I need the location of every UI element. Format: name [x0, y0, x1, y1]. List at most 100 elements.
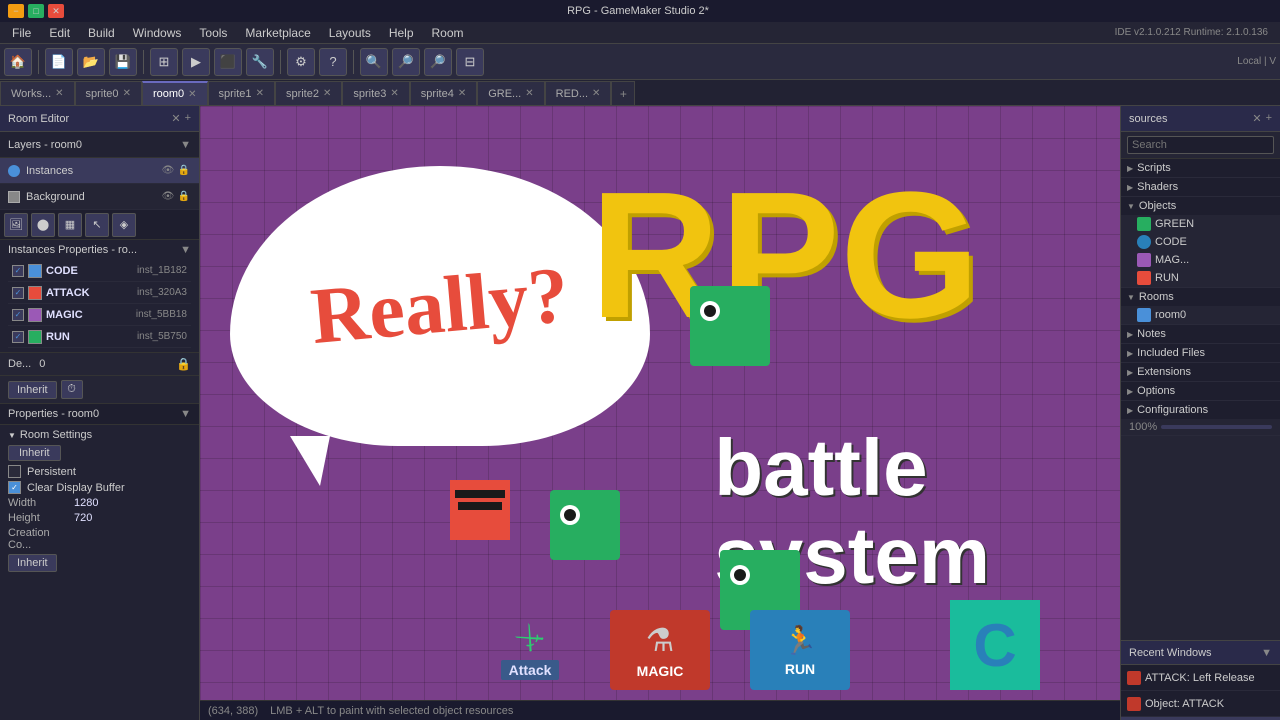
room-editor-close[interactable]: ✕: [171, 112, 180, 125]
toolbar-help[interactable]: ?: [319, 48, 347, 76]
btn-magic[interactable]: ⚗ MAGIC: [610, 610, 710, 690]
toolbar-zoom-in[interactable]: 🔎: [392, 48, 420, 76]
menu-tools[interactable]: Tools: [191, 24, 235, 42]
layer-tool-tile[interactable]: ▦: [58, 213, 82, 237]
layer-tool-image[interactable]: 🖼: [4, 213, 28, 237]
group-configurations-header[interactable]: ▶ Configurations: [1121, 401, 1280, 419]
instance-magic[interactable]: MAGIC inst_5BB18: [8, 304, 191, 326]
room-settings-header[interactable]: ▼ Room Settings: [8, 429, 191, 441]
layers-header[interactable]: Layers - room0 ▼: [0, 132, 199, 158]
tab-close[interactable]: ✕: [188, 89, 196, 100]
recent-attack-event[interactable]: ATTACK: Left Release: [1121, 665, 1280, 691]
toolbar-search[interactable]: 🔍: [360, 48, 388, 76]
tab-gre[interactable]: GRE... ✕: [477, 81, 544, 105]
group-rooms-header[interactable]: ▼ Rooms: [1121, 288, 1280, 306]
maximize-button[interactable]: □: [28, 4, 44, 18]
tab-close[interactable]: ✕: [390, 88, 398, 99]
layer-background[interactable]: Background 👁 🔒: [0, 184, 199, 210]
tree-item-magic[interactable]: MAG...: [1121, 251, 1280, 269]
toolbar-zoom-out[interactable]: 🔎: [424, 48, 452, 76]
menu-file[interactable]: File: [4, 24, 39, 42]
instance-run[interactable]: RUN inst_5B750: [8, 326, 191, 348]
group-scripts-header[interactable]: ▶ Scripts: [1121, 159, 1280, 177]
tree-item-green[interactable]: GREEN: [1121, 215, 1280, 233]
properties-dropdown[interactable]: ▼: [180, 408, 191, 420]
tab-close[interactable]: ✕: [323, 88, 331, 99]
window-controls[interactable]: − □ ✕: [8, 4, 64, 18]
group-options-header[interactable]: ▶ Options: [1121, 382, 1280, 400]
persistent-checkbox[interactable]: [8, 465, 21, 478]
tab-close[interactable]: ✕: [592, 88, 600, 99]
toolbar-stop[interactable]: ⬛: [214, 48, 242, 76]
tab-sprite2[interactable]: sprite2 ✕: [275, 81, 342, 105]
menu-windows[interactable]: Windows: [125, 24, 190, 42]
tab-add-button[interactable]: +: [611, 81, 635, 105]
toolbar-grid[interactable]: ⊞: [150, 48, 178, 76]
toolbar-settings[interactable]: ⚙: [287, 48, 315, 76]
group-extensions-header[interactable]: ▶ Extensions: [1121, 363, 1280, 381]
tab-sprite3[interactable]: sprite3 ✕: [342, 81, 409, 105]
layer-eye[interactable]: 👁: [161, 164, 175, 178]
inherit-clock[interactable]: ⏱: [61, 380, 83, 399]
tab-close[interactable]: ✕: [123, 88, 131, 99]
menu-layouts[interactable]: Layouts: [321, 24, 379, 42]
instance-run-checkbox[interactable]: [12, 331, 24, 343]
recent-object-attack[interactable]: Object: ATTACK: [1121, 691, 1280, 717]
toolbar-debug[interactable]: 🔧: [246, 48, 274, 76]
instance-code-checkbox[interactable]: [12, 265, 24, 277]
settings-inherit-button[interactable]: Inherit: [8, 445, 61, 461]
recent-windows-dropdown[interactable]: ▼: [1261, 647, 1272, 659]
tree-item-room0[interactable]: room0: [1121, 306, 1280, 324]
menu-marketplace[interactable]: Marketplace: [237, 24, 318, 42]
tab-close[interactable]: ✕: [458, 88, 466, 99]
tree-item-code[interactable]: CODE: [1121, 233, 1280, 251]
search-input[interactable]: [1127, 136, 1274, 154]
group-objects-header[interactable]: ▼ Objects: [1121, 197, 1280, 215]
tab-close[interactable]: ✕: [55, 88, 63, 99]
menu-help[interactable]: Help: [381, 24, 422, 42]
btn-run[interactable]: 🏃 RUN: [750, 610, 850, 690]
toolbar-play[interactable]: ▶: [182, 48, 210, 76]
room-editor-add[interactable]: +: [185, 112, 191, 125]
tab-sprite1[interactable]: sprite1 ✕: [208, 81, 275, 105]
toolbar-grid2[interactable]: ⊟: [456, 48, 484, 76]
tab-workspaces[interactable]: Works... ✕: [0, 81, 75, 105]
toolbar-open[interactable]: 📂: [77, 48, 105, 76]
instance-attack[interactable]: ATTACK inst_320A3: [8, 282, 191, 304]
group-notes-header[interactable]: ▶ Notes: [1121, 325, 1280, 343]
layer-instances[interactable]: Instances 👁 🔒: [0, 158, 199, 184]
canvas-area[interactable]: Really? RPG battle system ⚔ Attack: [200, 106, 1120, 720]
toolbar-save[interactable]: 💾: [109, 48, 137, 76]
tab-sprite0[interactable]: sprite0 ✕: [75, 81, 142, 105]
menu-edit[interactable]: Edit: [41, 24, 78, 42]
tab-close[interactable]: ✕: [525, 88, 533, 99]
tab-red[interactable]: RED... ✕: [545, 81, 612, 105]
creation-inherit-button[interactable]: Inherit: [8, 554, 57, 572]
layer-lock2[interactable]: 🔒: [177, 190, 191, 204]
close-button[interactable]: ✕: [48, 4, 64, 18]
toolbar-new[interactable]: 📄: [45, 48, 73, 76]
instance-magic-checkbox[interactable]: [12, 309, 24, 321]
toolbar-home[interactable]: 🏠: [4, 48, 32, 76]
group-shaders-header[interactable]: ▶ Shaders: [1121, 178, 1280, 196]
layer-tool-cursor[interactable]: ↖: [85, 213, 109, 237]
tab-sprite4[interactable]: sprite4 ✕: [410, 81, 477, 105]
instance-attack-checkbox[interactable]: [12, 287, 24, 299]
minimize-button[interactable]: −: [8, 4, 24, 18]
resources-add[interactable]: +: [1266, 112, 1272, 125]
group-included-header[interactable]: ▶ Included Files: [1121, 344, 1280, 362]
tab-close[interactable]: ✕: [256, 88, 264, 99]
menu-room[interactable]: Room: [424, 24, 472, 42]
menu-build[interactable]: Build: [80, 24, 123, 42]
layer-lock[interactable]: 🔒: [177, 164, 191, 178]
layer-tool-circle[interactable]: ⬤: [31, 213, 55, 237]
instances-props-dropdown[interactable]: ▼: [180, 244, 191, 256]
layer-tool-extra[interactable]: ◈: [112, 213, 136, 237]
resources-close[interactable]: ✕: [1252, 112, 1261, 125]
layer-eye2[interactable]: 👁: [161, 190, 175, 204]
inherit-button[interactable]: Inherit: [8, 381, 57, 399]
tab-room0[interactable]: room0 ✕: [142, 81, 208, 105]
tree-item-run[interactable]: RUN: [1121, 269, 1280, 287]
btn-attack[interactable]: ⚔ Attack: [480, 610, 580, 690]
layers-dropdown[interactable]: ▼: [180, 139, 191, 151]
